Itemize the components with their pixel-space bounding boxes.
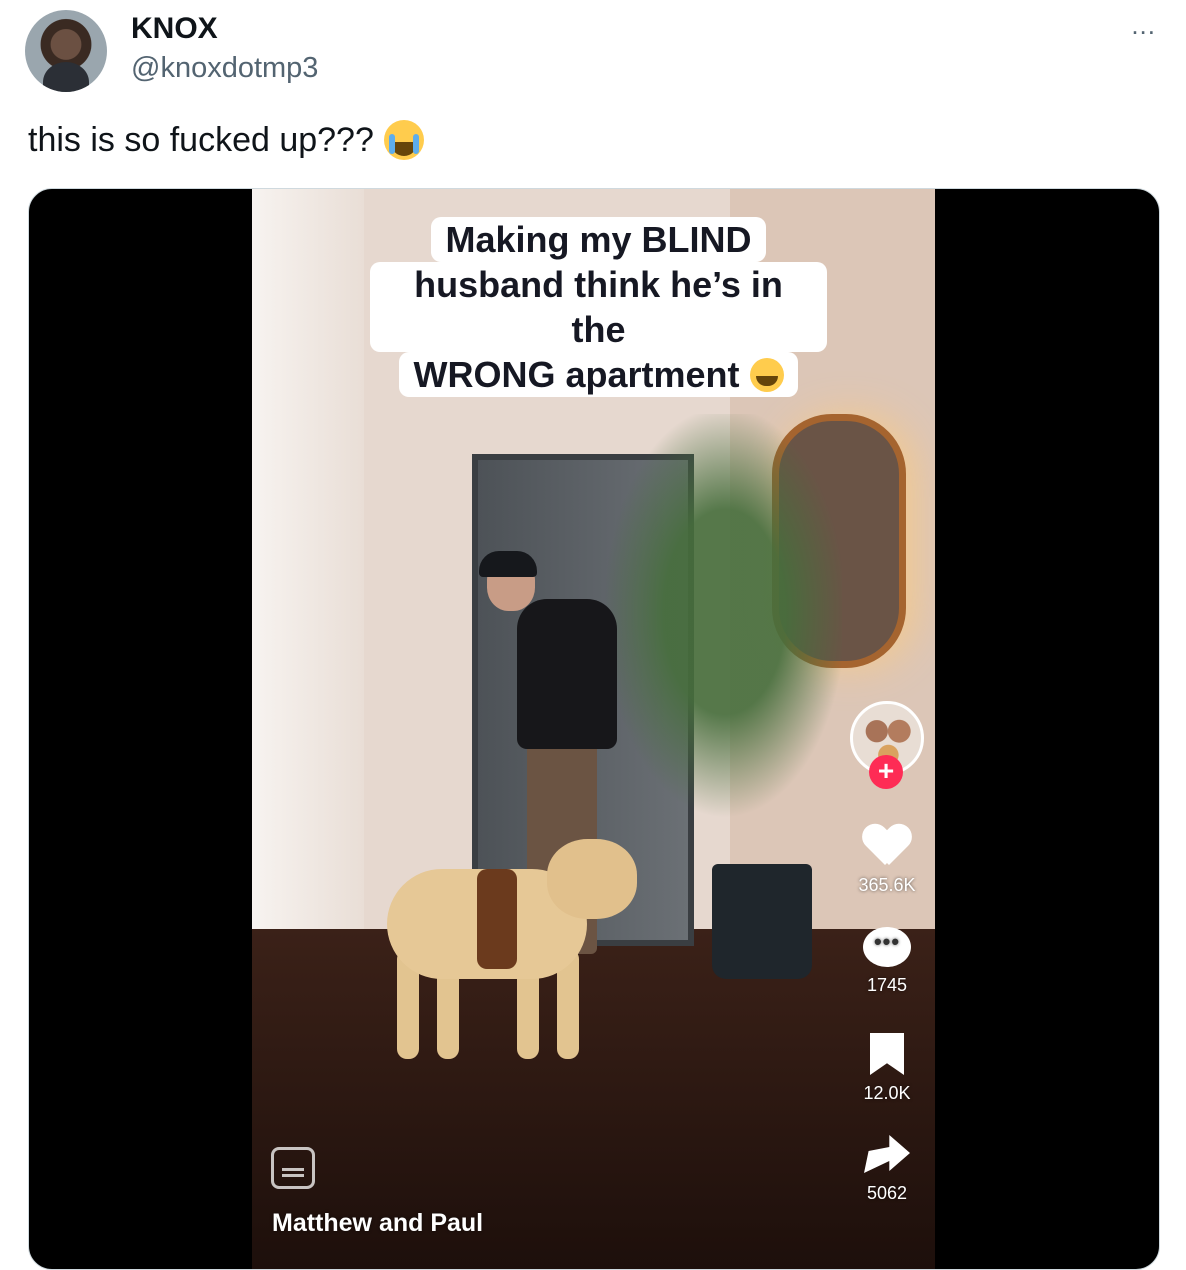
dog-head: [547, 839, 637, 919]
comment-icon: •••: [863, 927, 911, 967]
display-name[interactable]: KNOX: [131, 12, 218, 46]
user-handle[interactable]: @knoxdotmp3: [131, 52, 318, 85]
more-options-icon[interactable]: ...: [1131, 10, 1156, 41]
caption-line: Making my BLIND: [431, 217, 766, 262]
caption-line: WRONG apartment: [399, 352, 798, 397]
caption-line-text: WRONG apartment: [413, 354, 740, 395]
share-count: 5062: [866, 1183, 908, 1203]
crying-face-icon: [383, 120, 424, 160]
plant-pot: [712, 864, 812, 979]
bookmark-icon: [870, 1033, 904, 1075]
like-button[interactable]: 365.6K: [847, 825, 927, 896]
guide-dog: [367, 829, 667, 1059]
media-container[interactable]: Making my BLIND husband think he’s in th…: [28, 188, 1160, 1270]
video-caption: Making my BLIND husband think he’s in th…: [370, 217, 827, 397]
follow-button[interactable]: +: [869, 755, 903, 789]
video-frame[interactable]: Making my BLIND husband think he’s in th…: [252, 189, 935, 1269]
caption-line: husband think he’s in the: [370, 262, 827, 352]
share-button[interactable]: 5062: [847, 1135, 927, 1204]
dog-harness: [477, 869, 517, 969]
heart-icon: [863, 825, 911, 869]
like-count: 365.6K: [858, 875, 916, 895]
comment-button[interactable]: ••• 1745: [847, 927, 927, 996]
tweet-text-content: this is so fucked up???: [28, 120, 374, 159]
captions-toggle-icon[interactable]: [271, 1147, 315, 1189]
man-body: [517, 599, 617, 749]
plant: [582, 414, 842, 854]
tears-of-joy-icon: [749, 358, 784, 392]
comment-count: 1745: [866, 975, 908, 995]
tweet-text: this is so fucked up???: [28, 120, 424, 160]
man-cap: [479, 551, 537, 577]
bookmark-button[interactable]: 12.0K: [847, 1033, 927, 1104]
share-icon: [864, 1135, 910, 1173]
avatar[interactable]: [25, 10, 107, 92]
video-author[interactable]: Matthew and Paul: [272, 1209, 483, 1238]
bookmark-count: 12.0K: [863, 1083, 911, 1103]
